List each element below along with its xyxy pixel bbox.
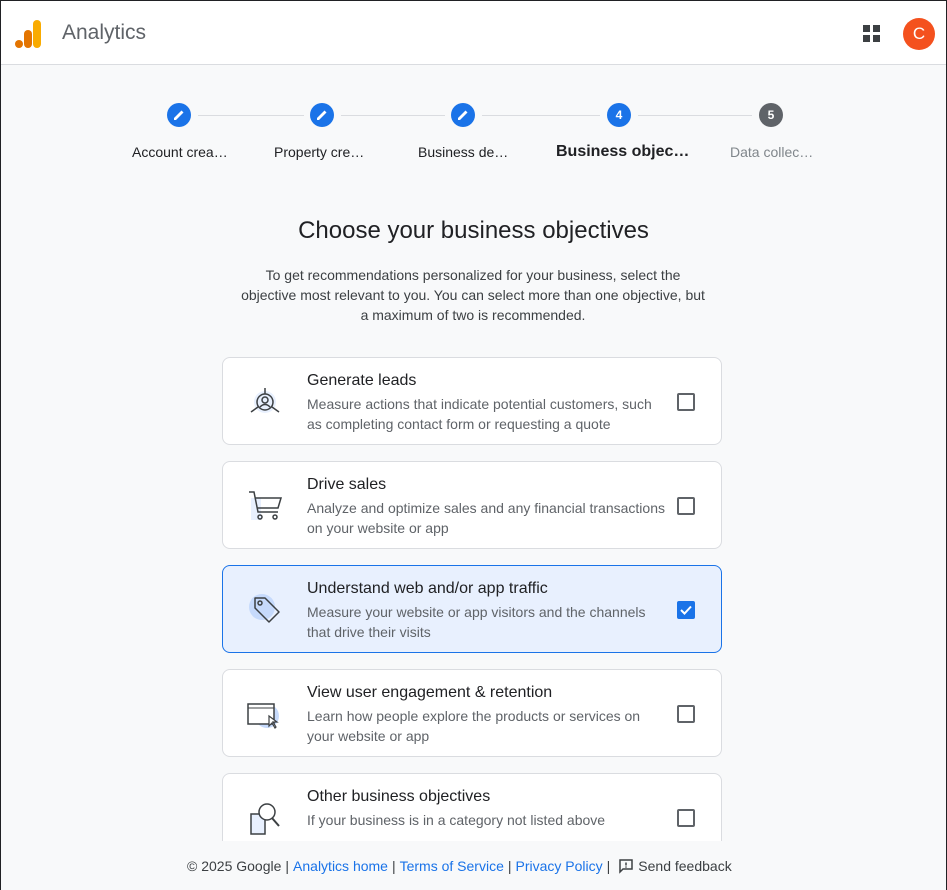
send-feedback-button[interactable]: Send feedback xyxy=(618,858,732,874)
app-title[interactable]: Analytics xyxy=(62,21,146,45)
objective-description: Learn how people explore the products or… xyxy=(307,708,641,744)
step-5-number: 5 xyxy=(759,103,783,127)
step-1-label[interactable]: Account crea… xyxy=(132,144,228,160)
page-title: Choose your business objectives xyxy=(298,217,649,244)
browser-cursor-icon xyxy=(247,703,279,729)
objective-card-generate-leads[interactable]: Generate leads Measure actions that indi… xyxy=(222,357,722,445)
setup-stepper: 4 5 Account crea… Property cre… Business… xyxy=(1,101,946,171)
objective-checkbox[interactable] xyxy=(677,497,695,515)
pencil-icon xyxy=(458,110,468,120)
footer-separator: | xyxy=(606,858,611,874)
step-5-label: Data collec… xyxy=(730,144,814,160)
objective-checkbox[interactable] xyxy=(677,393,695,411)
objective-description: Analyze and optimize sales and any finan… xyxy=(307,500,665,536)
objective-title: View user engagement & retention xyxy=(307,684,553,701)
objective-description: Measure actions that indicate potential … xyxy=(307,396,652,432)
step-4-number: 4 xyxy=(607,103,631,127)
step-2-completed-icon[interactable] xyxy=(310,103,334,127)
objective-description: Measure your website or app visitors and… xyxy=(307,604,646,640)
objective-card-web-app-traffic[interactable]: Understand web and/or app traffic Measur… xyxy=(222,565,722,653)
objective-title: Drive sales xyxy=(307,476,387,493)
analytics-logo-icon[interactable] xyxy=(15,18,43,50)
account-avatar[interactable]: C xyxy=(903,18,935,50)
magnifier-icon xyxy=(250,803,280,835)
objective-checkbox[interactable] xyxy=(677,705,695,723)
step-2-label[interactable]: Property cre… xyxy=(274,144,364,160)
step-connector xyxy=(198,115,304,116)
copyright-text: © 2025 Google xyxy=(187,858,282,874)
step-connector xyxy=(638,115,752,116)
footer: © 2025 Google | Analytics home | Terms of Se… xyxy=(1,841,946,890)
check-icon xyxy=(680,605,692,615)
objective-title: Understand web and/or app traffic xyxy=(307,580,548,597)
leads-icon xyxy=(250,388,280,413)
objective-checkbox[interactable] xyxy=(677,809,695,827)
step-3-label[interactable]: Business de… xyxy=(418,144,508,160)
terms-of-service-link[interactable]: Terms of Service xyxy=(400,858,504,874)
feedback-icon xyxy=(619,859,634,874)
apps-grid-icon[interactable] xyxy=(861,23,883,45)
privacy-policy-link[interactable]: Privacy Policy xyxy=(516,858,603,874)
objective-title: Other business objectives xyxy=(307,788,491,805)
shopping-cart-icon xyxy=(249,491,283,520)
pencil-icon xyxy=(174,110,184,120)
step-3-completed-icon[interactable] xyxy=(451,103,475,127)
footer-separator: | xyxy=(391,858,396,874)
top-app-bar: Analytics C xyxy=(1,1,946,65)
step-1-completed-icon[interactable] xyxy=(167,103,191,127)
footer-separator: | xyxy=(507,858,512,874)
objective-description: If your business is in a category not li… xyxy=(307,812,606,828)
send-feedback-label: Send feedback xyxy=(638,858,732,874)
objective-title: Generate leads xyxy=(307,372,417,389)
step-connector xyxy=(482,115,600,116)
objective-checkbox-checked[interactable] xyxy=(677,601,695,619)
page-description: To get recommendations personalized for … xyxy=(241,267,705,323)
objective-card-drive-sales[interactable]: Drive sales Analyze and optimize sales a… xyxy=(222,461,722,549)
step-4-label: Business objec… xyxy=(556,143,690,160)
analytics-home-link[interactable]: Analytics home xyxy=(293,858,388,874)
tag-icon xyxy=(249,594,280,623)
objective-card-engagement-retention[interactable]: View user engagement & retention Learn h… xyxy=(222,669,722,757)
step-connector xyxy=(341,115,445,116)
pencil-icon xyxy=(317,110,327,120)
footer-separator: | xyxy=(285,858,290,874)
